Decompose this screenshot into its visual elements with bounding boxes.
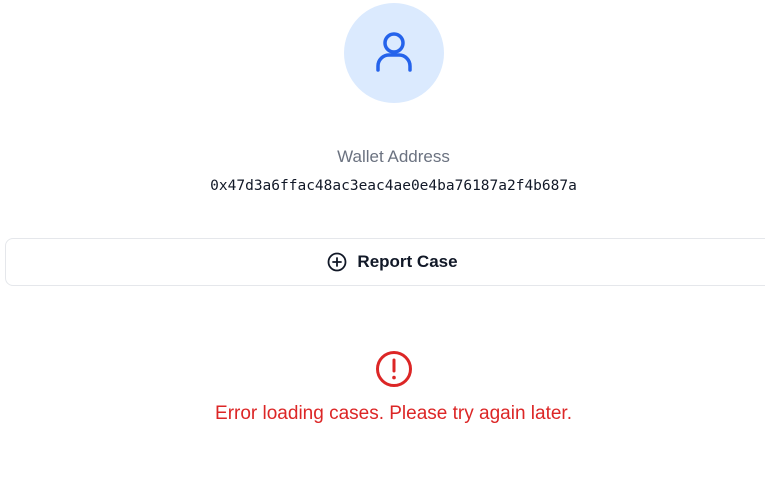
alert-circle-icon bbox=[374, 349, 414, 389]
wallet-address-label: Wallet Address bbox=[337, 147, 450, 166]
wallet-address-value: 0x47d3a6ffac48ac3eac4ae0e4ba76187a2f4b68… bbox=[210, 178, 577, 194]
user-icon bbox=[376, 32, 412, 72]
report-case-label: Report Case bbox=[357, 252, 458, 271]
avatar bbox=[344, 3, 444, 103]
plus-circle-icon bbox=[327, 252, 347, 272]
error-message: Error loading cases. Please try again la… bbox=[215, 403, 572, 424]
report-case-button[interactable]: Report Case bbox=[5, 238, 765, 286]
